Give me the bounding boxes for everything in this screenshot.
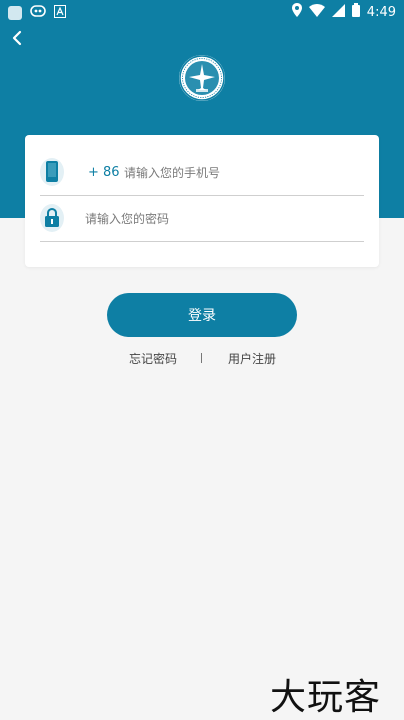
password-field (40, 196, 364, 242)
signal-icon (331, 3, 345, 21)
links-divider (201, 353, 202, 363)
lock-icon (40, 204, 64, 232)
status-bar: 4:49 (0, 0, 404, 24)
clock: 4:49 (366, 4, 396, 20)
login-card: + 86 (25, 135, 379, 267)
notification-icon (30, 4, 46, 22)
emblem-logo (179, 55, 225, 101)
phone-input[interactable] (124, 162, 354, 184)
location-icon (291, 3, 302, 21)
country-code[interactable]: + 86 (88, 165, 120, 180)
status-right-icons: 4:49 (291, 3, 396, 21)
back-button[interactable] (6, 26, 30, 50)
chevron-left-icon (12, 30, 22, 46)
login-button[interactable]: 登录 (107, 293, 297, 337)
auth-links: 忘记密码 用户注册 (0, 350, 404, 368)
password-input[interactable] (85, 208, 355, 230)
watermark-logo: 大玩客 (270, 677, 382, 718)
forgot-password-link[interactable]: 忘记密码 (129, 350, 177, 367)
wifi-icon (308, 3, 325, 21)
register-link[interactable]: 用户注册 (228, 350, 276, 367)
phone-icon (40, 158, 64, 186)
font-icon (54, 4, 66, 22)
app-icon (8, 6, 22, 20)
battery-icon (351, 3, 360, 21)
phone-field: + 86 (40, 150, 364, 196)
status-left-icons (8, 4, 66, 22)
